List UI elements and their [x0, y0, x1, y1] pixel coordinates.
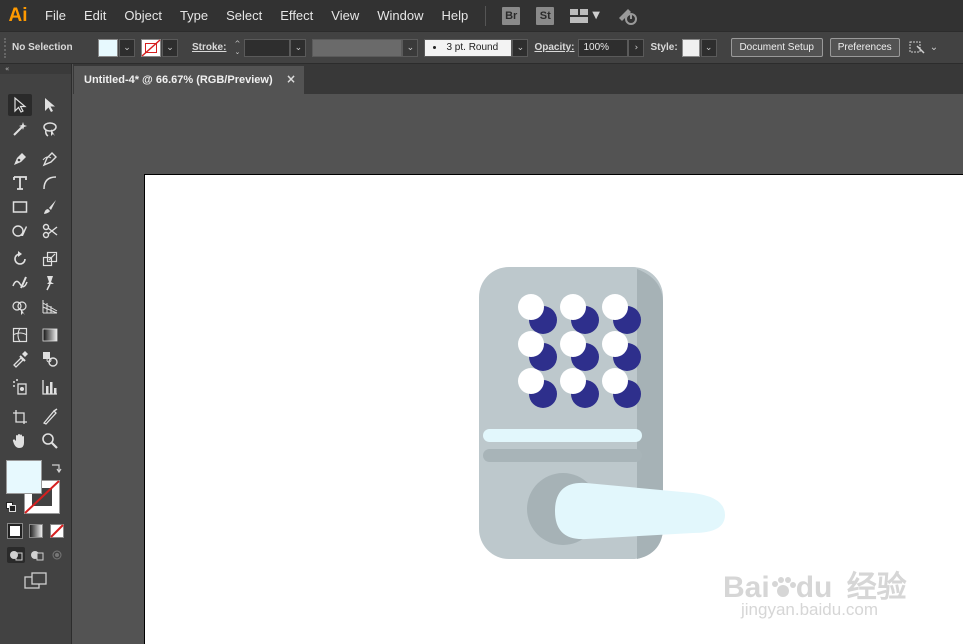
- brush-label: 3 pt. Round: [446, 42, 499, 53]
- gpu-performance-icon[interactable]: [616, 6, 638, 26]
- transform-icon[interactable]: [908, 40, 926, 56]
- gradient-tool-icon[interactable]: [38, 324, 62, 346]
- close-icon[interactable]: ×: [286, 72, 296, 86]
- watermark-url: jingyan.baidu.com: [741, 600, 879, 619]
- arrange-documents-icon[interactable]: [570, 8, 589, 23]
- style-dropdown[interactable]: ⌄: [700, 38, 717, 57]
- type-tool-icon[interactable]: [8, 172, 32, 194]
- opacity-dropdown[interactable]: ›: [628, 38, 645, 57]
- stroke-none-swatch[interactable]: [141, 38, 161, 57]
- menu-object[interactable]: Object: [115, 0, 171, 31]
- curvature-tool-icon[interactable]: [38, 148, 62, 170]
- menu-effect[interactable]: Effect: [271, 0, 322, 31]
- preferences-button[interactable]: Preferences: [829, 38, 900, 57]
- selection-tool-icon[interactable]: [8, 94, 32, 116]
- stroke-stepper[interactable]: ^ ⌄: [230, 39, 244, 57]
- menu-edit[interactable]: Edit: [75, 0, 115, 31]
- document-tab[interactable]: Untitled-4* @ 66.67% (RGB/Preview) ×: [74, 66, 304, 94]
- fill-dropdown[interactable]: ⌄: [119, 38, 135, 57]
- arc-tool-icon[interactable]: [38, 172, 62, 194]
- brush-definition[interactable]: 3 pt. Round: [424, 38, 513, 57]
- puppet-warp-tool-icon[interactable]: [38, 272, 62, 294]
- menu-type[interactable]: Type: [171, 0, 217, 31]
- symbol-sprayer-tool-icon[interactable]: [8, 376, 32, 398]
- gradient-mode-icon[interactable]: [29, 524, 43, 538]
- menu-separator: [485, 5, 487, 26]
- stock-icon[interactable]: St: [536, 6, 555, 25]
- stroke-weight-field[interactable]: [244, 38, 291, 57]
- pen-tool-icon[interactable]: [8, 148, 32, 170]
- stroke-label[interactable]: Stroke:: [192, 42, 226, 53]
- direct-selection-tool-icon[interactable]: [38, 94, 62, 116]
- fill-color-swatch[interactable]: [6, 460, 42, 494]
- stroke-dropdown[interactable]: ⌄: [162, 38, 178, 57]
- eyedropper-tool-icon[interactable]: [8, 348, 32, 370]
- rotate-tool-icon[interactable]: [8, 248, 32, 270]
- draw-inside-icon[interactable]: [48, 547, 66, 563]
- document-tab-bar: Untitled-4* @ 66.67% (RGB/Preview) ×: [73, 64, 963, 94]
- paintbrush-tool-icon[interactable]: [38, 196, 62, 218]
- perspective-grid-tool-icon[interactable]: [38, 296, 62, 318]
- card-slot-gray: [483, 449, 642, 462]
- menu-file[interactable]: File: [36, 0, 75, 31]
- change-screen-mode-icon[interactable]: [24, 572, 48, 590]
- opacity-label[interactable]: Opacity:: [534, 42, 574, 53]
- brush-dropdown[interactable]: ⌄: [512, 38, 529, 57]
- column-graph-tool-icon[interactable]: [38, 376, 62, 398]
- menu-select[interactable]: Select: [217, 0, 271, 31]
- zoom-tool-icon[interactable]: [38, 430, 62, 452]
- warp-tool-icon[interactable]: [8, 272, 32, 294]
- draw-behind-icon[interactable]: [28, 547, 46, 563]
- brush-dot-icon: [433, 46, 437, 49]
- hand-tool-icon[interactable]: [8, 430, 32, 452]
- magic-wand-tool-icon[interactable]: [8, 118, 32, 140]
- stroke-weight-dropdown[interactable]: ⌄: [290, 38, 307, 57]
- variable-width-profile[interactable]: [312, 38, 403, 57]
- graphic-style-swatch[interactable]: [681, 38, 700, 57]
- opacity-field[interactable]: 100%: [578, 38, 629, 57]
- lever-handle: [555, 482, 725, 540]
- menu-help[interactable]: Help: [432, 0, 477, 31]
- default-fill-stroke-icon[interactable]: [6, 502, 16, 512]
- shape-builder-tool-icon[interactable]: [8, 296, 32, 318]
- menu-view[interactable]: View: [322, 0, 368, 31]
- shaper-tool-icon[interactable]: [8, 220, 32, 242]
- paw-icon: [771, 577, 796, 597]
- card-slot-light: [483, 429, 642, 442]
- document-setup-button[interactable]: Document Setup: [730, 38, 823, 57]
- illustrator-window: Ai File Edit Object Type Select Effect V…: [0, 0, 963, 644]
- artboard-tool-icon[interactable]: [8, 406, 32, 428]
- color-mode-icon[interactable]: [7, 523, 23, 539]
- document-tab-title: Untitled-4* @ 66.67% (RGB/Preview): [84, 74, 273, 86]
- chevron-down-icon[interactable]: ▼: [592, 10, 600, 21]
- fill-swatch[interactable]: [98, 38, 118, 57]
- draw-normal-icon[interactable]: [7, 547, 25, 563]
- style-label: Style:: [650, 42, 678, 53]
- scale-tool-icon[interactable]: [38, 248, 62, 270]
- collapse-panel-icon[interactable]: «: [0, 64, 71, 74]
- slice-tool-icon[interactable]: [38, 406, 62, 428]
- control-menu-chevron-icon[interactable]: ⌄: [930, 42, 938, 53]
- app-logo: Ai: [8, 4, 28, 26]
- tools-panel: «: [0, 64, 72, 644]
- grip-handle[interactable]: [4, 37, 10, 58]
- rectangle-tool-icon[interactable]: [8, 196, 32, 218]
- keypad: [518, 294, 641, 408]
- none-mode-icon[interactable]: [50, 524, 64, 538]
- control-bar: No Selection ⌄ ⌄ Stroke: ^ ⌄ ⌄ ⌄ 3 pt. Ro…: [0, 31, 963, 64]
- scissors-tool-icon[interactable]: [38, 220, 62, 242]
- selection-status: No Selection: [12, 42, 73, 53]
- lasso-tool-icon[interactable]: [38, 118, 62, 140]
- canvas-area[interactable]: Bai du 经验 jingyan.baidu.com: [73, 94, 963, 644]
- variable-width-dropdown[interactable]: ⌄: [402, 38, 419, 57]
- bridge-icon[interactable]: Br: [502, 6, 521, 25]
- menu-window[interactable]: Window: [368, 0, 432, 31]
- menu-bar: Ai File Edit Object Type Select Effect V…: [0, 0, 963, 31]
- mesh-tool-icon[interactable]: [8, 324, 32, 346]
- swap-fill-stroke-icon[interactable]: [50, 462, 62, 474]
- blend-tool-icon[interactable]: [38, 348, 62, 370]
